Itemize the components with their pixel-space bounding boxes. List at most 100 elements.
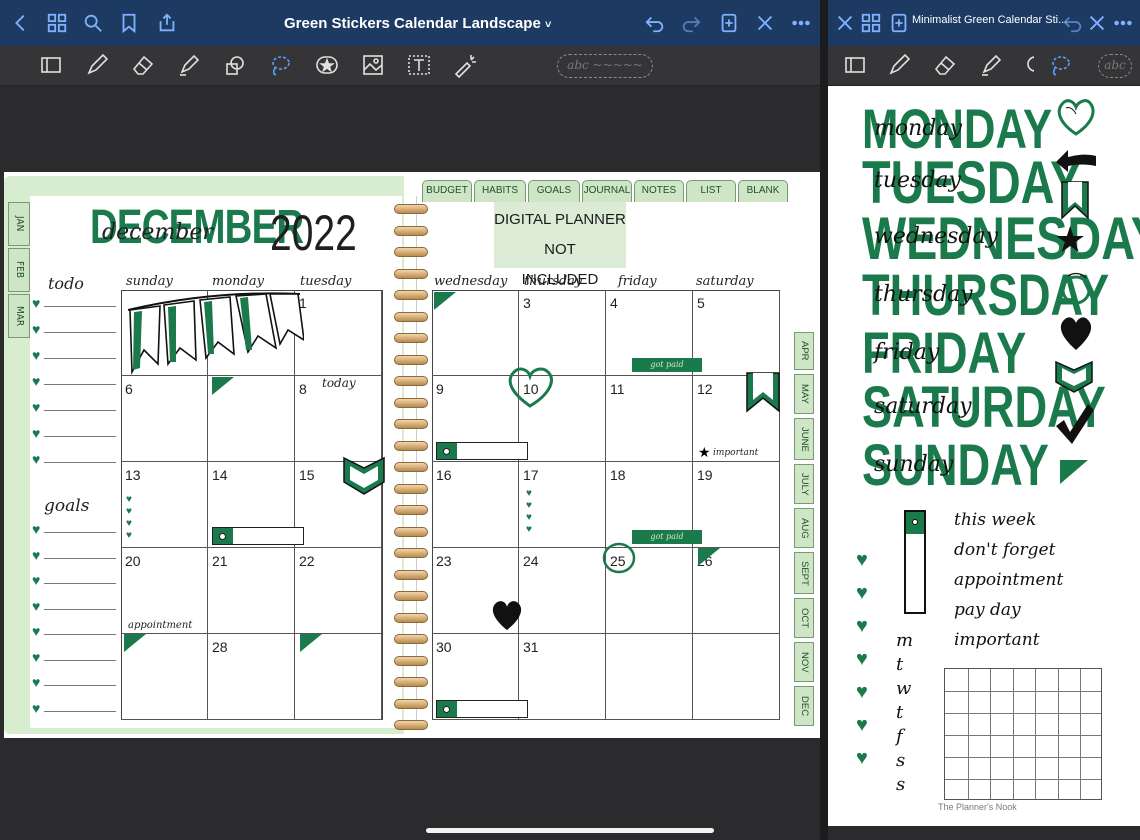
- bookmark-flag-sticker[interactable]: [744, 370, 782, 414]
- shapes-icon[interactable]: [222, 52, 250, 80]
- todo-line[interactable]: [44, 462, 116, 463]
- tab-goals[interactable]: GOALS: [528, 180, 580, 202]
- eraser-icon[interactable]: [130, 52, 158, 80]
- tab-blank[interactable]: BLANK: [738, 180, 788, 202]
- weekday-letter-sticker[interactable]: w: [896, 678, 911, 699]
- weekday-script-sticker[interactable]: monday: [874, 116, 962, 141]
- tab-jan[interactable]: JAN: [8, 202, 30, 246]
- tab-july[interactable]: JULY: [794, 464, 814, 504]
- read-mode-icon[interactable]: [38, 52, 66, 80]
- goal-line[interactable]: [44, 557, 116, 559]
- goal-line[interactable]: [44, 710, 116, 712]
- corner-sticker[interactable]: [1060, 460, 1088, 484]
- pen-icon[interactable]: [84, 52, 112, 80]
- phrase-sticker[interactable]: important: [954, 630, 1040, 650]
- tab-list[interactable]: LIST: [686, 180, 736, 202]
- sticker-doc-title[interactable]: Minimalist Green Calendar Sti...: [912, 14, 1074, 26]
- close-icon[interactable]: [832, 12, 858, 38]
- shapes-icon[interactable]: [1020, 52, 1034, 80]
- highlighter-icon[interactable]: [978, 52, 1006, 80]
- corner-sticker[interactable]: [300, 634, 322, 652]
- tab-feb[interactable]: FEB: [8, 248, 30, 292]
- corner-sticker[interactable]: [434, 292, 456, 310]
- heart-filled-sticker[interactable]: [1058, 314, 1094, 352]
- weekday-script-sticker[interactable]: sunday: [874, 452, 953, 477]
- tab-june[interactable]: JUNE: [794, 418, 814, 460]
- bookmark-flag-sticker[interactable]: [1060, 180, 1090, 220]
- calendar-day-cell[interactable]: [295, 290, 382, 376]
- weekday-letter-sticker[interactable]: m: [896, 630, 913, 651]
- heart-sticker-icon[interactable]: ♥: [856, 715, 868, 735]
- sticker-icon[interactable]: [314, 52, 342, 80]
- important-sticker[interactable]: important: [713, 448, 758, 458]
- star-icon[interactable]: ★: [1054, 220, 1086, 260]
- heart-outline-sticker[interactable]: [1054, 98, 1098, 138]
- tab-journal[interactable]: JOURNAL: [582, 180, 632, 202]
- heart-filled-sticker[interactable]: [490, 598, 524, 632]
- search-icon[interactable]: [80, 12, 106, 38]
- thumbnails-grid-icon[interactable]: [858, 12, 884, 38]
- heart-sticker-icon[interactable]: ♥: [856, 649, 868, 669]
- tab-habits[interactable]: HABITS: [474, 180, 526, 202]
- share-icon[interactable]: [154, 12, 180, 38]
- calendar-day-cell[interactable]: [693, 634, 780, 720]
- calendar-day-cell[interactable]: [121, 376, 208, 462]
- lasso-icon[interactable]: [266, 52, 294, 80]
- got-paid-sticker[interactable]: got paid: [632, 358, 702, 372]
- thumbnails-grid-icon[interactable]: [44, 12, 70, 38]
- weekday-script-sticker[interactable]: thursday: [874, 282, 973, 307]
- laser-pointer-icon[interactable]: [452, 52, 480, 80]
- tab-aug[interactable]: AUG: [794, 508, 814, 548]
- pen-icon[interactable]: [886, 52, 914, 80]
- calendar-day-cell[interactable]: [606, 634, 693, 720]
- highlighter-icon[interactable]: [176, 52, 204, 80]
- bookmark-icon[interactable]: [116, 12, 142, 38]
- more-options-icon[interactable]: [1110, 12, 1136, 38]
- handwriting-input-box[interactable]: abc ~~~~~: [557, 54, 653, 78]
- weekday-letter-sticker[interactable]: f: [896, 726, 903, 747]
- mini-hearts-sticker[interactable]: ♥ ♥ ♥ ♥: [526, 488, 532, 536]
- todo-line[interactable]: [44, 332, 116, 333]
- todo-line[interactable]: [44, 384, 116, 385]
- checkmark-sticker[interactable]: [1054, 400, 1096, 446]
- progress-bar-sticker[interactable]: [212, 527, 304, 545]
- bunting-banner-sticker[interactable]: [124, 290, 304, 380]
- heart-sticker-icon[interactable]: ♥: [856, 616, 868, 636]
- weekday-letter-sticker[interactable]: t: [896, 702, 903, 723]
- phrase-sticker[interactable]: appointment: [954, 570, 1063, 590]
- goal-line[interactable]: [44, 608, 116, 610]
- close-icon[interactable]: [1084, 12, 1110, 38]
- document-title[interactable]: Green Stickers Calendar Landscape ˅: [284, 15, 551, 32]
- mini-hearts-sticker[interactable]: ♥ ♥ ♥ ♥: [126, 494, 132, 542]
- undo-icon[interactable]: [642, 12, 668, 38]
- goal-line[interactable]: [44, 583, 116, 584]
- corner-sticker[interactable]: [124, 634, 146, 652]
- more-options-icon[interactable]: [788, 12, 814, 38]
- heart-sticker-icon[interactable]: ♥: [856, 682, 868, 702]
- goal-line[interactable]: [44, 532, 116, 533]
- todo-line[interactable]: [44, 358, 116, 359]
- weekday-script-sticker[interactable]: tuesday: [874, 168, 961, 193]
- heart-sticker-icon[interactable]: ♥: [856, 550, 868, 570]
- phrase-sticker[interactable]: pay day: [954, 600, 1021, 620]
- todo-line[interactable]: [44, 306, 116, 307]
- heart-sticker-icon[interactable]: ♥: [856, 583, 868, 603]
- calendar-day-cell[interactable]: [693, 290, 780, 376]
- circle-highlight-sticker[interactable]: [600, 540, 638, 576]
- tab-may[interactable]: MAY: [794, 374, 814, 414]
- vertical-bar-sticker[interactable]: [904, 510, 926, 614]
- corner-sticker[interactable]: [698, 548, 720, 566]
- text-tool-icon[interactable]: [406, 52, 434, 80]
- progress-bar-sticker[interactable]: [436, 700, 528, 718]
- chevron-sticker[interactable]: [1054, 360, 1094, 394]
- weekday-letter-sticker[interactable]: s: [896, 750, 905, 771]
- add-page-icon[interactable]: [886, 12, 912, 38]
- home-indicator[interactable]: [426, 828, 714, 833]
- corner-sticker[interactable]: [212, 377, 234, 395]
- phrase-sticker[interactable]: this week: [954, 510, 1036, 530]
- goal-line[interactable]: [44, 685, 116, 686]
- image-icon[interactable]: [360, 52, 388, 80]
- weekday-script-sticker[interactable]: friday: [874, 340, 939, 365]
- back-icon[interactable]: [8, 12, 34, 38]
- eraser-icon[interactable]: [932, 52, 960, 80]
